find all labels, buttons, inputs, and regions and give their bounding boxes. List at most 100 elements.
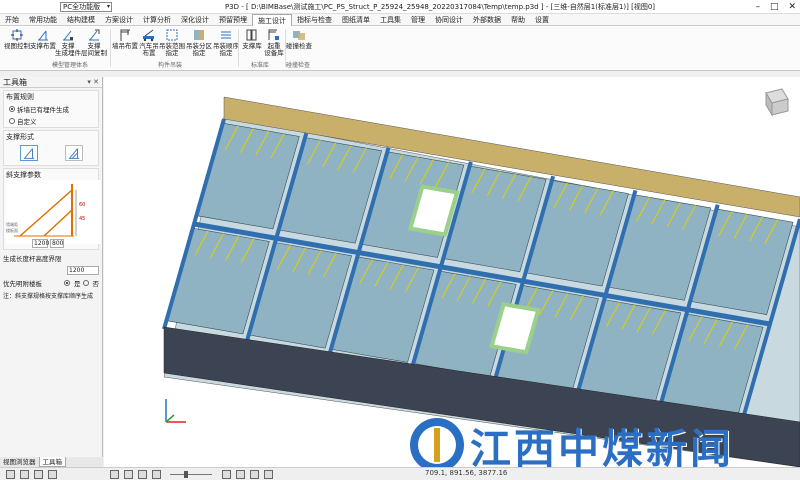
chevron-down-icon: ▾ xyxy=(106,2,110,10)
menu-item-0[interactable]: 开始 xyxy=(0,14,24,26)
render-icon[interactable] xyxy=(222,470,231,479)
view-cube[interactable] xyxy=(765,88,789,117)
maximize-icon[interactable]: □ xyxy=(770,0,779,14)
menu-item-6[interactable]: 预留预埋 xyxy=(214,14,252,26)
crane-lib-button[interactable]: 起重 设备库 xyxy=(262,28,286,57)
hoist-zone-button[interactable]: 吊装分区 指定 xyxy=(185,28,213,57)
collision-icon xyxy=(293,31,305,40)
wire-icon[interactable] xyxy=(250,470,259,479)
tab-view-browser[interactable]: 视图浏览器 xyxy=(0,457,39,467)
height-limit-label: 生成长度杆高度界限 xyxy=(3,255,62,263)
zoom-slider-thumb[interactable] xyxy=(184,471,188,478)
toolbox-header: 工具箱 ▾ ✕ xyxy=(0,77,102,88)
rule-option-existing[interactable]: 拆墙已有埋件生成 xyxy=(9,104,96,114)
copy-icon xyxy=(89,29,100,41)
support-embed-button[interactable]: 支撑 生成埋件 xyxy=(55,28,81,57)
priority-yes-label: 是 xyxy=(74,280,81,288)
double-brace-option[interactable] xyxy=(64,145,83,161)
view-control-label: 视图控制 xyxy=(4,42,30,50)
note-row: 注：斜支撑规格按支撑库顺序生成 xyxy=(3,291,99,300)
dim-1200-field[interactable]: 1200 xyxy=(32,239,49,248)
menu-item-5[interactable]: 深化设计 xyxy=(176,14,214,26)
hoist-order-button[interactable]: 吊装顺序 指定 xyxy=(212,28,240,57)
height-limit-input[interactable]: 1200 xyxy=(67,266,99,275)
hoist-zone-label: 吊装分区 指定 xyxy=(186,42,212,57)
menu-item-15[interactable]: 设置 xyxy=(530,14,554,26)
window-title: P3D - [ D:\BIMBase\测试施工\PC_PS_Struct_P_2… xyxy=(224,2,656,11)
close-icon[interactable]: ✕ xyxy=(788,0,796,14)
zoom-slider[interactable] xyxy=(170,474,212,475)
menu-item-8[interactable]: 指标与检查 xyxy=(292,14,337,26)
status-bar: 709.1, 891.56, 3877.16 xyxy=(0,467,800,480)
menu-item-11[interactable]: 管理 xyxy=(406,14,430,26)
menu-item-3[interactable]: 方案设计 xyxy=(100,14,138,26)
rule-option-custom-label: 自定义 xyxy=(17,118,37,126)
wall-hoist-button[interactable]: 墙吊布置 xyxy=(112,28,138,50)
title-bar: PC全功能版 ▾ P3D - [ D:\BIMBase\测试施工\PC_PS_S… xyxy=(0,0,800,14)
range-icon xyxy=(166,29,178,41)
menu-item-2[interactable]: 结构建模 xyxy=(62,14,100,26)
ribbon: 视图控制 支撑布置 支撑 生成埋件 支撑 层间复制 墙吊布置 汽车吊 布置 吊装… xyxy=(0,26,800,71)
support-copy-label: 支撑 层间复制 xyxy=(81,42,107,57)
shade-icon[interactable] xyxy=(236,470,245,479)
menu-item-1[interactable]: 常用功能 xyxy=(24,14,62,26)
library-icon xyxy=(246,29,257,41)
layout-rule-section: 布置规则 拆墙已有埋件生成 自定义 xyxy=(3,90,99,128)
menu-item-4[interactable]: 计算分析 xyxy=(138,14,176,26)
grid-icon[interactable] xyxy=(20,470,29,479)
menu-item-7[interactable]: 施工设计 xyxy=(252,13,292,26)
view-iso-icon[interactable] xyxy=(152,470,161,479)
building-model xyxy=(162,88,800,467)
priority-row: 优先明附楼板 是 否 xyxy=(3,278,99,288)
view-front-icon[interactable] xyxy=(110,470,119,479)
menu-item-13[interactable]: 外部数据 xyxy=(468,14,506,26)
close-panel-icon[interactable]: ✕ xyxy=(93,78,99,86)
support-layout-button[interactable]: 支撑布置 xyxy=(30,28,56,50)
truck-crane-label: 汽车吊 布置 xyxy=(139,42,159,57)
minimize-icon[interactable]: – xyxy=(755,0,760,14)
view-control-button[interactable]: 视图控制 xyxy=(4,28,30,50)
snap-icon[interactable] xyxy=(6,470,15,479)
support-copy-button[interactable]: 支撑 层间复制 xyxy=(80,28,108,57)
view-side-icon[interactable] xyxy=(138,470,147,479)
pin-icon[interactable]: ▾ xyxy=(87,78,91,86)
menu-item-9[interactable]: 图纸清单 xyxy=(337,14,375,26)
crane-lib-label: 起重 设备库 xyxy=(264,42,284,57)
hoist-range-label: 吊装范围 指定 xyxy=(159,42,185,57)
section-icon[interactable] xyxy=(264,470,273,479)
zone-icon xyxy=(194,30,204,40)
brace-param-title: 斜支撑参数 xyxy=(6,171,41,179)
menu-item-14[interactable]: 帮助 xyxy=(506,14,530,26)
layer-icon[interactable] xyxy=(48,470,57,479)
support-lib-button[interactable]: 支撑库 xyxy=(240,28,264,50)
wall-hoist-label: 墙吊布置 xyxy=(112,42,138,50)
rule-option-existing-label: 拆墙已有埋件生成 xyxy=(17,106,69,114)
ortho-icon[interactable] xyxy=(34,470,43,479)
group-label-model: 模型管理体系 xyxy=(51,62,88,69)
left-panel-tabs: 视图浏览器 工具箱 xyxy=(0,457,103,467)
hoist-order-label: 吊装顺序 指定 xyxy=(213,42,239,57)
single-brace-option[interactable] xyxy=(19,145,38,161)
side-label-wall: 墙端距 xyxy=(6,221,18,227)
note-text: 注：斜支撑规格按支撑库顺序生成 xyxy=(3,293,94,300)
view-control-icon xyxy=(11,29,23,41)
menu-item-10[interactable]: 工具集 xyxy=(375,14,406,26)
menu-bar: 开始 常用功能 结构建模 方案设计 计算分析 深化设计 预留预埋 施工设计 指标与检查 图纸清单工… xyxy=(0,13,800,26)
radio-icon xyxy=(9,118,15,124)
dim-800-field[interactable]: 800 xyxy=(50,239,64,248)
3d-viewport[interactable] xyxy=(104,77,800,467)
axis-triad xyxy=(165,399,186,423)
side-label-slab: 楼板面 xyxy=(6,227,18,233)
menu-item-12[interactable]: 协同设计 xyxy=(430,14,468,26)
support-embed-label: 支撑 生成埋件 xyxy=(55,42,81,57)
toolbox-title: 工具箱 xyxy=(3,77,27,87)
collision-check-button[interactable]: 碰撞检查 xyxy=(286,28,312,50)
priority-no-radio[interactable] xyxy=(82,280,89,286)
edition-dropdown[interactable]: PC全功能版 ▾ xyxy=(60,1,112,12)
rule-option-custom[interactable]: 自定义 xyxy=(9,116,96,126)
group-label-collision: 碰撞检查 xyxy=(285,62,310,69)
hoist-range-button[interactable]: 吊装范围 指定 xyxy=(158,28,186,57)
tab-toolbox[interactable]: 工具箱 xyxy=(38,457,66,467)
view-top-icon[interactable] xyxy=(124,470,133,479)
priority-yes-radio[interactable] xyxy=(64,280,70,286)
